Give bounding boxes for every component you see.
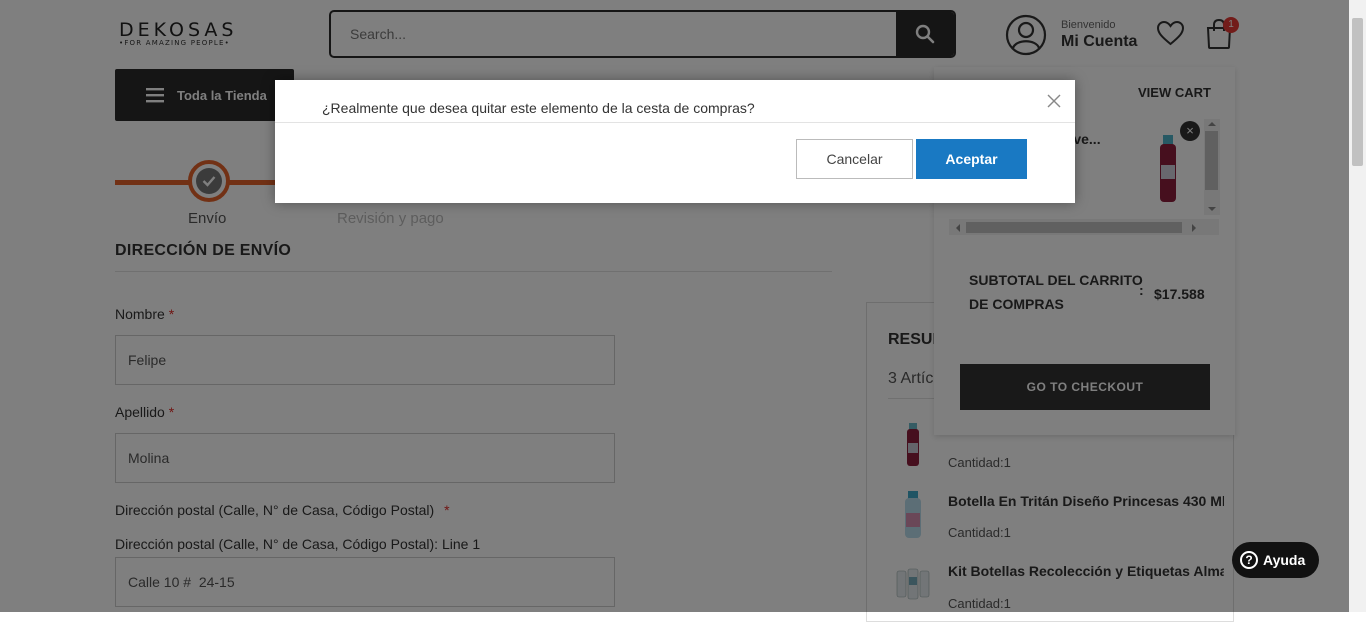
cancel-button[interactable]: Cancelar [796,139,913,179]
divider [275,122,1075,123]
page-scrollbar-thumb[interactable] [1352,18,1363,166]
confirm-remove-dialog: ¿Realmente que desea quitar este element… [275,80,1075,203]
help-icon: ? [1240,551,1258,569]
close-icon[interactable] [1046,93,1062,109]
accept-button[interactable]: Aceptar [916,139,1027,179]
help-button[interactable]: ? Ayuda [1232,542,1319,578]
dialog-message: ¿Realmente que desea quitar este element… [322,100,755,116]
help-label: Ayuda [1263,552,1306,568]
